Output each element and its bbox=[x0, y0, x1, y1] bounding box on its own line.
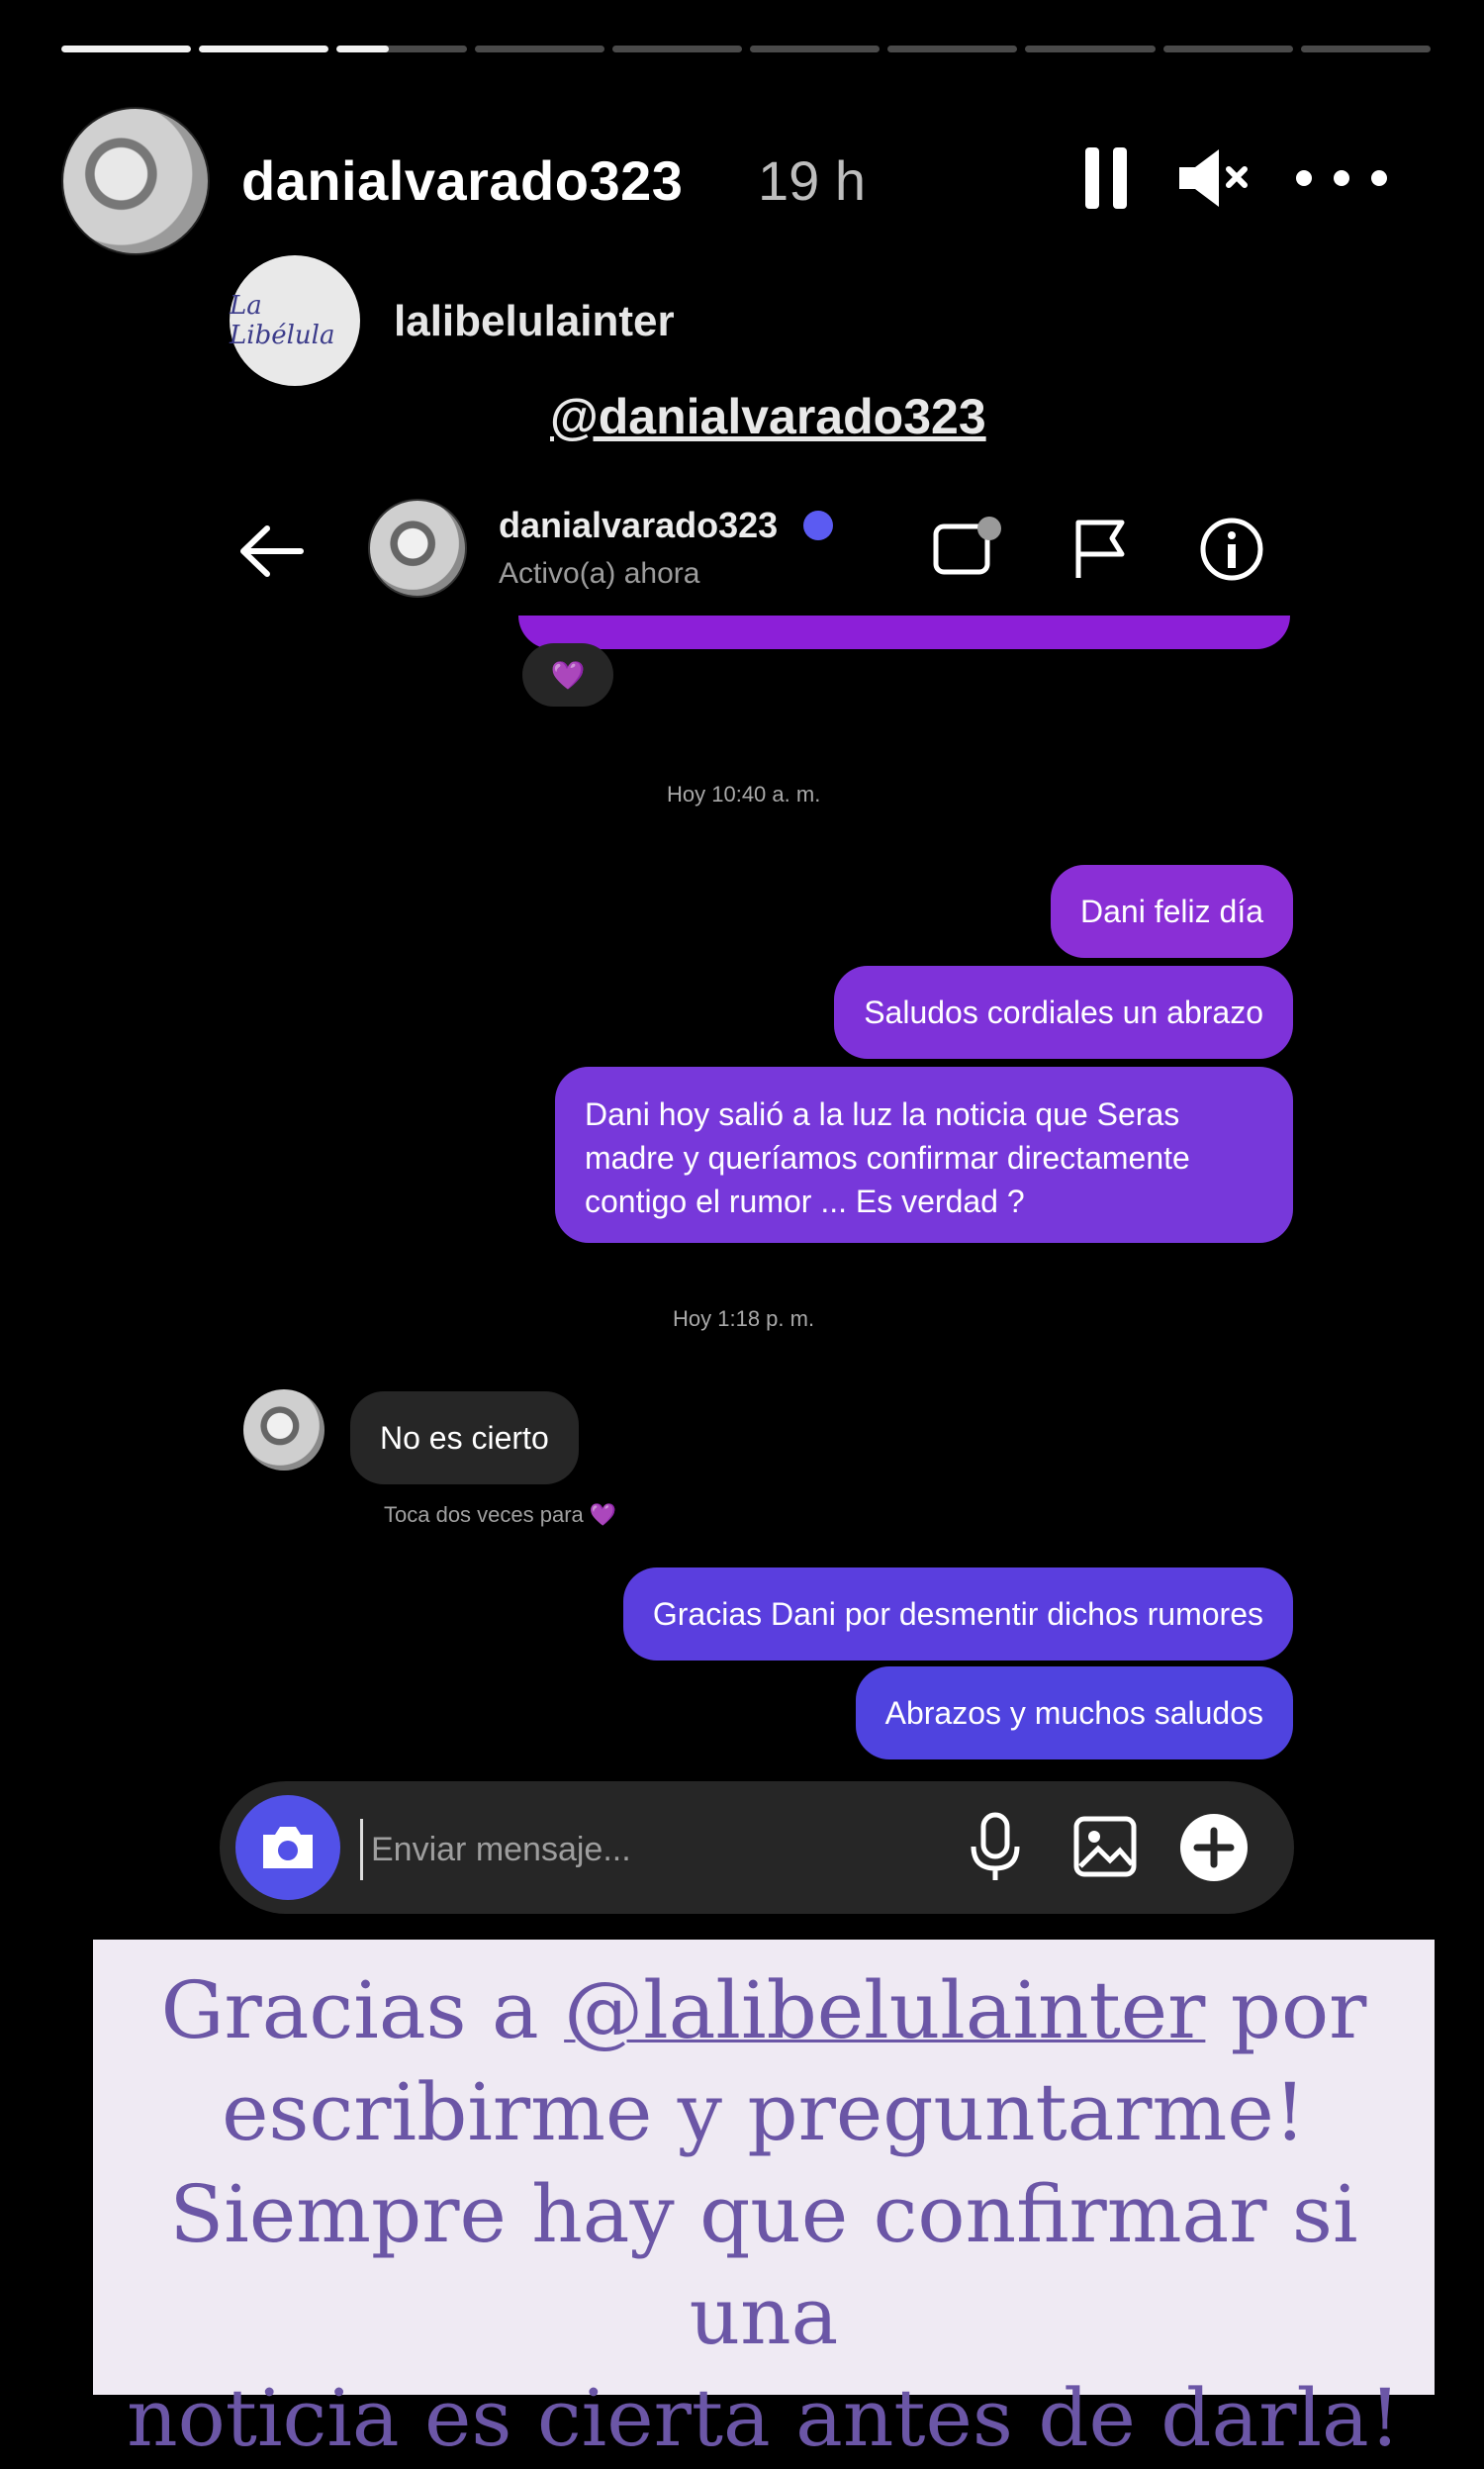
progress-segment bbox=[1300, 46, 1432, 52]
caption-line-2: escribirme y preguntarme! bbox=[222, 2066, 1306, 2158]
message-input[interactable] bbox=[360, 1819, 947, 1880]
progress-segment bbox=[474, 46, 604, 52]
sent-message[interactable]: Dani feliz día bbox=[1051, 865, 1293, 958]
progress-segment bbox=[1162, 46, 1293, 52]
dm-status: Activo(a) ahora bbox=[499, 557, 700, 590]
progress-fill bbox=[336, 46, 389, 52]
sticker-username[interactable]: lalibelulainter bbox=[394, 297, 675, 346]
dm-avatar[interactable] bbox=[368, 499, 467, 598]
progress-fill bbox=[61, 46, 192, 52]
mute-icon[interactable] bbox=[1173, 141, 1256, 216]
camera-button[interactable] bbox=[235, 1795, 340, 1900]
story-avatar[interactable] bbox=[61, 107, 210, 255]
reaction-pill[interactable]: 💜 bbox=[522, 643, 613, 707]
progress-fill bbox=[199, 46, 329, 52]
logo-text: La Libélula bbox=[230, 291, 335, 350]
dm-username[interactable]: danialvarado323 bbox=[499, 505, 778, 546]
heart-icon: 💜 bbox=[550, 659, 586, 691]
story-username[interactable]: danialvarado323 bbox=[241, 148, 683, 213]
double-tap-hint: Toca dos veces para 💜 bbox=[384, 1502, 617, 1527]
progress-segment bbox=[887, 46, 1018, 52]
timestamp: Hoy 1:18 p. m. bbox=[673, 1306, 815, 1331]
caption-line-1: Gracias a @lalibelulainter por bbox=[160, 1964, 1367, 2056]
story-time: 19 h bbox=[758, 149, 866, 212]
progress-segment bbox=[611, 46, 743, 52]
progress-segment bbox=[336, 46, 467, 52]
progress-segment bbox=[1025, 46, 1156, 52]
sent-message[interactable]: Abrazos y muchos saludos bbox=[855, 1666, 1293, 1759]
progress-segment bbox=[61, 46, 192, 52]
sent-message[interactable]: Dani hoy salió a la luz la noticia que S… bbox=[555, 1067, 1293, 1243]
sent-message[interactable]: Saludos cordiales un abrazo bbox=[834, 966, 1293, 1059]
story-progress bbox=[61, 46, 1432, 53]
story-caption: Gracias a @lalibelulainter por escribirm… bbox=[93, 1959, 1435, 2469]
sticker-avatar[interactable]: La Libélula bbox=[230, 255, 360, 386]
caption-line-3: Siempre hay que confirmar si una bbox=[169, 2168, 1358, 2362]
received-message[interactable]: No es cierto bbox=[350, 1391, 579, 1484]
progress-segment bbox=[750, 46, 881, 52]
microphone-icon[interactable] bbox=[968, 1811, 1023, 1889]
back-arrow-icon[interactable] bbox=[237, 522, 307, 585]
flag-icon[interactable] bbox=[1070, 517, 1130, 587]
heart-icon: 💜 bbox=[589, 1502, 617, 1527]
pause-icon[interactable] bbox=[1078, 141, 1134, 216]
timestamp: Hoy 10:40 a. m. bbox=[667, 782, 821, 807]
gallery-icon[interactable] bbox=[1072, 1815, 1138, 1883]
info-icon[interactable] bbox=[1197, 515, 1266, 589]
verified-badge bbox=[803, 511, 833, 540]
plus-icon[interactable] bbox=[1177, 1811, 1251, 1889]
previous-message-edge bbox=[518, 616, 1290, 649]
caption-line-4: noticia es cierta antes de darla! bbox=[127, 2372, 1401, 2464]
mention-sticker[interactable]: @danialvarado323 bbox=[550, 388, 986, 445]
camera-icon bbox=[263, 1827, 313, 1868]
more-icon[interactable] bbox=[1292, 141, 1391, 216]
caption-mention[interactable]: @lalibelulainter bbox=[564, 1964, 1205, 2056]
progress-segment bbox=[199, 46, 329, 52]
sender-avatar[interactable] bbox=[243, 1389, 325, 1471]
video-call-icon[interactable] bbox=[930, 515, 1003, 589]
sent-message[interactable]: Gracias Dani por desmentir dichos rumore… bbox=[622, 1567, 1293, 1661]
